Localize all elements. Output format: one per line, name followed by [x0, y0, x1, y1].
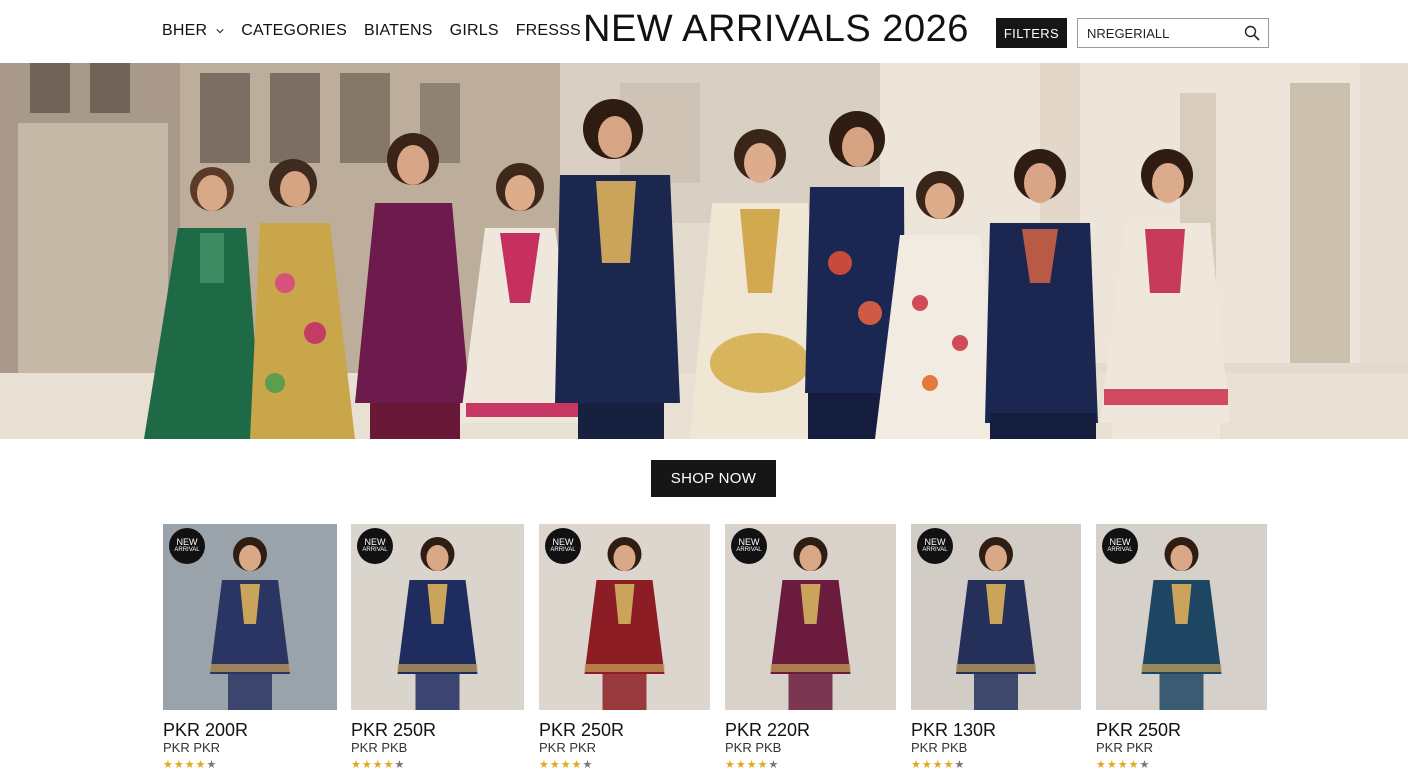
- product-image[interactable]: NEW ARRIVAL: [1096, 524, 1267, 710]
- star-filled-icon: ★: [184, 759, 196, 771]
- product-subtitle: PKR PKB: [911, 740, 968, 755]
- hero-banner-image: [0, 63, 1408, 439]
- product-card[interactable]: NEW ARRIVAL PKR 220R PKR PKB ★★★★★: [725, 524, 896, 771]
- product-subtitle: PKR PKR: [1096, 740, 1154, 755]
- product-subtitle: PKR PKB: [725, 740, 782, 755]
- star-filled-icon: ★: [173, 759, 185, 771]
- product-price: PKR 250R: [351, 720, 437, 740]
- star-filled-icon: ★: [539, 759, 550, 771]
- star-filled-icon: ★: [911, 759, 922, 771]
- product-price: PKR 250R: [539, 720, 625, 740]
- star-filled-icon: ★: [725, 759, 736, 771]
- site-header: BHER CATEGORIES BIATENS GIRLS FRESSS NEW…: [0, 0, 1408, 63]
- badge-line2: ARRIVAL: [550, 547, 576, 553]
- rating-stars: ★★★★★: [351, 758, 405, 771]
- search-box: [1077, 18, 1269, 48]
- star-filled-icon: ★: [163, 759, 174, 771]
- product-image[interactable]: NEW ARRIVAL: [725, 524, 896, 710]
- badge-line1: NEW: [552, 537, 574, 547]
- star-empty-icon: ★: [206, 759, 218, 771]
- star-filled-icon: ★: [746, 759, 758, 771]
- star-empty-icon: ★: [768, 759, 780, 771]
- product-card[interactable]: NEW ARRIVAL PKR 130R PKR PKB ★★★★★: [911, 524, 1081, 771]
- search-input[interactable]: [1087, 19, 1237, 47]
- search-icon[interactable]: [1244, 25, 1260, 41]
- product-card[interactable]: NEW ARRIVAL PKR 250R PKR PKR ★★★★★: [1096, 524, 1267, 771]
- nav-item-girls[interactable]: GIRLS: [450, 22, 499, 40]
- chevron-down-icon: [216, 29, 224, 34]
- badge-line1: NEW: [1109, 537, 1131, 547]
- nav-item-fresss[interactable]: FRESSS: [516, 22, 581, 40]
- star-filled-icon: ★: [195, 759, 207, 771]
- new-arrival-badge: NEW ARRIVAL: [357, 528, 393, 564]
- product-image[interactable]: NEW ARRIVAL: [351, 524, 524, 710]
- star-filled-icon: ★: [757, 759, 769, 771]
- rating-stars: ★★★★★: [911, 758, 965, 771]
- shop-now-button[interactable]: SHOP NOW: [651, 460, 776, 497]
- nav-item-biatens[interactable]: BIATENS: [364, 22, 433, 40]
- nav-item-label: BIATENS: [363, 22, 433, 39]
- hero-banner: [0, 63, 1408, 439]
- badge-line2: ARRIVAL: [736, 547, 762, 553]
- product-image[interactable]: NEW ARRIVAL: [911, 524, 1081, 710]
- nav-item-bher[interactable]: BHER: [162, 22, 224, 40]
- star-filled-icon: ★: [1117, 759, 1129, 771]
- product-card[interactable]: NEW ARRIVAL PKR 200R PKR PKR ★★★★★: [163, 524, 337, 771]
- rating-stars: ★★★★★: [725, 758, 779, 771]
- badge-line1: NEW: [924, 537, 946, 547]
- product-card[interactable]: NEW ARRIVAL PKR 250R PKR PKR ★★★★★: [539, 524, 710, 771]
- page-title: NEW ARRIVALS 2026: [583, 8, 969, 50]
- star-empty-icon: ★: [582, 759, 594, 771]
- badge-line1: NEW: [738, 537, 760, 547]
- star-filled-icon: ★: [571, 759, 583, 771]
- new-arrival-badge: NEW ARRIVAL: [545, 528, 581, 564]
- star-filled-icon: ★: [932, 759, 944, 771]
- badge-line1: NEW: [176, 537, 198, 547]
- product-price: PKR 220R: [725, 720, 811, 740]
- badge-line2: ARRIVAL: [1107, 547, 1133, 553]
- star-filled-icon: ★: [735, 759, 747, 771]
- product-subtitle: PKR PKB: [351, 740, 408, 755]
- product-price: PKR 130R: [911, 720, 997, 740]
- star-filled-icon: ★: [943, 759, 955, 771]
- nav-item-label: GIRLS: [449, 22, 499, 39]
- star-filled-icon: ★: [372, 759, 384, 771]
- star-empty-icon: ★: [1139, 759, 1151, 771]
- star-filled-icon: ★: [549, 759, 561, 771]
- star-empty-icon: ★: [954, 759, 966, 771]
- nav-item-label: CATEGORIES: [241, 22, 347, 39]
- nav-item-label: BHER: [162, 22, 208, 39]
- star-filled-icon: ★: [351, 759, 362, 771]
- star-filled-icon: ★: [921, 759, 933, 771]
- star-filled-icon: ★: [383, 759, 395, 771]
- new-arrival-badge: NEW ARRIVAL: [917, 528, 953, 564]
- filters-button[interactable]: FILTERS: [996, 18, 1067, 48]
- badge-line2: ARRIVAL: [174, 547, 200, 553]
- new-arrival-badge: NEW ARRIVAL: [731, 528, 767, 564]
- badge-line2: ARRIVAL: [362, 547, 388, 553]
- product-price: PKR 200R: [163, 720, 249, 740]
- star-filled-icon: ★: [1106, 759, 1118, 771]
- new-arrival-badge: NEW ARRIVAL: [169, 528, 205, 564]
- star-filled-icon: ★: [560, 759, 572, 771]
- product-image[interactable]: NEW ARRIVAL: [539, 524, 710, 710]
- product-price: PKR 250R: [1096, 720, 1182, 740]
- nav-item-categories[interactable]: CATEGORIES: [241, 22, 347, 40]
- star-filled-icon: ★: [1096, 759, 1107, 771]
- product-subtitle: PKR PKR: [539, 740, 597, 755]
- nav-item-label: FRESSS: [515, 22, 581, 39]
- badge-line1: NEW: [364, 537, 386, 547]
- rating-stars: ★★★★★: [1096, 758, 1150, 771]
- product-image[interactable]: NEW ARRIVAL: [163, 524, 337, 710]
- product-card[interactable]: NEW ARRIVAL PKR 250R PKR PKB ★★★★★: [351, 524, 524, 771]
- star-filled-icon: ★: [361, 759, 373, 771]
- main-nav: BHER CATEGORIES BIATENS GIRLS FRESSS: [162, 22, 598, 40]
- star-filled-icon: ★: [1128, 759, 1140, 771]
- star-empty-icon: ★: [394, 759, 406, 771]
- rating-stars: ★★★★★: [539, 758, 593, 771]
- product-subtitle: PKR PKR: [163, 740, 221, 755]
- badge-line2: ARRIVAL: [922, 547, 948, 553]
- rating-stars: ★★★★★: [163, 758, 217, 771]
- new-arrival-badge: NEW ARRIVAL: [1102, 528, 1138, 564]
